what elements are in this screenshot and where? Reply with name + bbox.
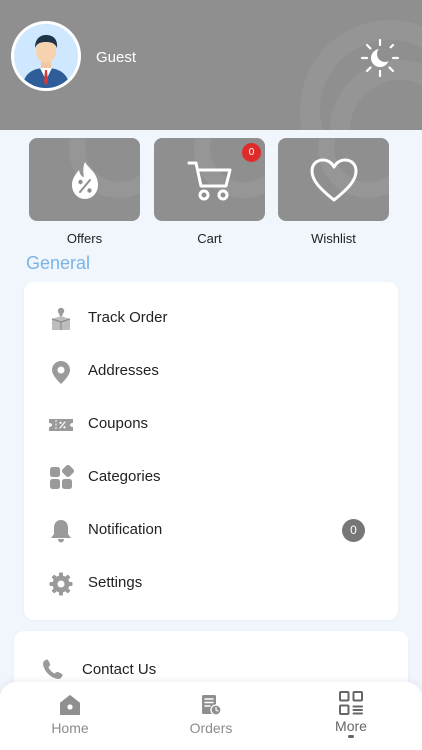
heart-icon <box>310 158 357 201</box>
bottom-navigation: Home Orders More <box>0 682 422 750</box>
nav-label-home: Home <box>51 720 89 736</box>
menu-item-label: Settings <box>88 574 143 591</box>
cart-count-badge: 0 <box>242 143 261 162</box>
nav-tab-orders[interactable]: Orders <box>151 682 271 750</box>
orders-icon <box>202 695 222 716</box>
nav-label-orders: Orders <box>189 720 233 736</box>
wishlist-label: Wishlist <box>311 231 356 246</box>
nav-tab-home[interactable]: Home <box>10 682 130 750</box>
avatar[interactable] <box>11 21 81 91</box>
cart-label: Cart <box>197 231 222 246</box>
menu-item-notification[interactable]: Notification 0 <box>24 505 398 555</box>
general-menu-card: Track Order Addresses Coupons Categories <box>24 282 398 620</box>
nav-tab-more[interactable]: More <box>291 682 411 750</box>
menu-item-addresses[interactable]: Addresses <box>24 346 398 396</box>
menu-item-label: Track Order <box>88 309 168 326</box>
menu-item-categories[interactable]: Categories <box>24 452 398 502</box>
more-grid-icon <box>339 691 363 715</box>
menu-item-coupons[interactable]: Coupons <box>24 399 398 449</box>
location-pin-icon <box>52 361 70 384</box>
theme-toggle-button[interactable] <box>360 38 400 78</box>
menu-item-label: Addresses <box>88 362 159 379</box>
bell-icon <box>51 520 71 543</box>
gear-icon <box>49 572 73 596</box>
discount-flame-icon <box>71 161 98 199</box>
avatar-person-icon <box>14 24 78 88</box>
nav-label-more: More <box>335 718 367 734</box>
cart-icon <box>187 161 231 200</box>
active-tab-indicator <box>348 735 354 738</box>
contact-us-label: Contact Us <box>82 661 157 678</box>
user-name: Guest <box>96 49 137 66</box>
menu-item-label: Notification <box>88 521 163 538</box>
offers-label: Offers <box>66 231 103 246</box>
categories-icon <box>50 465 74 489</box>
wishlist-tile[interactable] <box>278 138 389 221</box>
menu-item-settings[interactable]: Settings <box>24 558 398 608</box>
phone-icon <box>43 659 63 679</box>
ticket-icon <box>49 419 73 431</box>
menu-item-label: Coupons <box>88 415 149 432</box>
home-icon <box>60 695 80 715</box>
cart-tile[interactable]: 0 <box>154 138 265 221</box>
notification-count-badge: 0 <box>342 519 365 542</box>
location-box-icon <box>51 307 71 330</box>
sun-icon <box>360 38 400 78</box>
offers-tile[interactable] <box>29 138 140 221</box>
menu-item-label: Categories <box>88 468 161 485</box>
section-title-general: General <box>26 253 91 273</box>
profile-header: Guest <box>0 0 422 130</box>
menu-item-track-order[interactable]: Track Order <box>24 293 398 343</box>
